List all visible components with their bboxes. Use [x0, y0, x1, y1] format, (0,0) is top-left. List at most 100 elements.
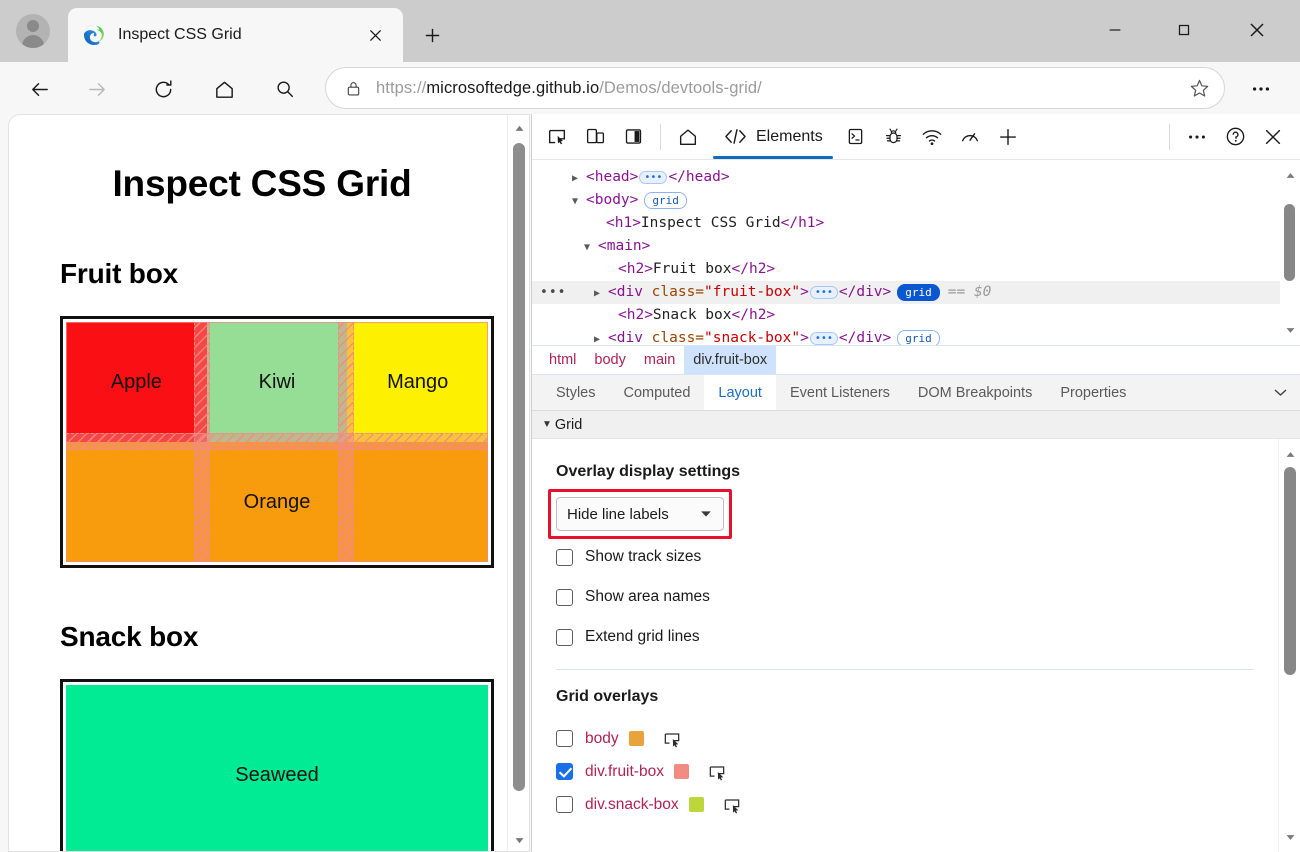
checkbox-row-show-area-names[interactable]: Show area names — [556, 577, 1278, 617]
grid-overlay-row-body[interactable]: body — [556, 722, 1278, 755]
layout-panel-scrollbar[interactable] — [1278, 439, 1300, 852]
checkbox[interactable] — [556, 730, 573, 747]
dom-tree-row[interactable]: ▶ <head> ••• </head> — [532, 166, 1300, 189]
dom-tree-row[interactable]: ▼ <main> — [532, 235, 1300, 258]
close-window-button[interactable] — [1234, 8, 1280, 52]
expand-twisty-icon[interactable]: ▼ — [584, 236, 598, 259]
checkbox[interactable] — [556, 588, 573, 606]
dom-tree-row[interactable]: <h2>Snack box</h2> — [532, 304, 1300, 327]
checkbox[interactable] — [556, 763, 573, 780]
grid-overlay-row-div-fruit-box[interactable]: div.fruit-box — [556, 755, 1278, 788]
page-scrollbar[interactable] — [507, 115, 529, 851]
inspect-element-icon[interactable] — [538, 118, 576, 156]
dom-tree-scrollbar[interactable] — [1280, 160, 1300, 345]
minimize-button[interactable] — [1092, 8, 1138, 52]
scroll-up-icon[interactable] — [508, 117, 529, 139]
grid-overlay-row-div-snack-box[interactable]: div.snack-box — [556, 788, 1278, 821]
grid-badge[interactable]: grid — [897, 329, 940, 345]
grid-badge[interactable]: grid — [897, 283, 940, 301]
checkbox[interactable] — [556, 548, 573, 566]
tab-styles[interactable]: Styles — [542, 375, 610, 410]
color-swatch[interactable] — [688, 797, 704, 812]
new-tab-button[interactable] — [413, 16, 451, 54]
maximize-button[interactable] — [1161, 8, 1207, 52]
dom-tree[interactable]: ▶ <head> ••• </head> ▼ <body> grid <h1>Inspect … — [532, 160, 1300, 345]
search-button[interactable] — [266, 70, 304, 108]
scrollbar-thumb[interactable] — [1284, 204, 1295, 281]
tab-dom-breakpoints[interactable]: DOM Breakpoints — [904, 375, 1046, 410]
browser-tab[interactable]: Inspect CSS Grid — [68, 8, 403, 62]
scroll-down-icon[interactable] — [1279, 319, 1300, 341]
devtools-close-icon[interactable] — [1254, 118, 1292, 156]
close-tab-icon[interactable] — [361, 21, 389, 49]
select-element-icon[interactable] — [720, 794, 744, 816]
color-swatch[interactable] — [673, 764, 689, 779]
expand-twisty-icon[interactable]: ▶ — [572, 167, 586, 190]
select-element-icon[interactable] — [705, 761, 729, 783]
star-icon[interactable] — [1186, 75, 1212, 101]
scrollbar-thumb[interactable] — [1284, 467, 1296, 675]
grid-section-header[interactable]: ▼ Grid — [532, 411, 1300, 439]
home-button[interactable] — [205, 70, 243, 108]
browser-more-icon[interactable] — [1242, 70, 1280, 108]
line-labels-select[interactable]: Hide line labels — [556, 497, 724, 531]
scrollbar-thumb[interactable] — [513, 143, 525, 791]
dom-attrv: "fruit-box" — [704, 284, 801, 300]
tab-event-listeners[interactable]: Event Listeners — [776, 375, 904, 410]
performance-gauge-icon[interactable] — [951, 118, 989, 156]
panel-tabs[interactable]: Styles Computed Layout Event Listeners DOM B… — [532, 375, 1300, 411]
add-tool-icon[interactable] — [989, 118, 1027, 156]
chevron-down-icon[interactable] — [1260, 375, 1300, 410]
tab-layout[interactable]: Layout — [704, 375, 776, 410]
dom-tree-row[interactable]: ▶ <div class="snack-box"> ••• </div> grid — [532, 327, 1300, 345]
expand-twisty-icon[interactable]: ▶ — [594, 282, 608, 305]
layout-panel-body: Overlay display settings Hide line label… — [532, 439, 1300, 852]
help-icon[interactable] — [1216, 118, 1254, 156]
select-element-icon[interactable] — [660, 728, 684, 750]
expand-children-icon[interactable]: ••• — [809, 285, 838, 299]
device-emulation-icon[interactable] — [576, 118, 614, 156]
dom-tree-row[interactable]: ▼ <body> grid — [532, 189, 1300, 212]
expand-twisty-icon[interactable]: ▶ — [594, 328, 608, 345]
checkbox-row-extend-grid-lines[interactable]: Extend grid lines — [556, 617, 1278, 657]
bug-icon[interactable] — [875, 118, 913, 156]
scroll-up-icon[interactable] — [1279, 164, 1300, 186]
tab-properties[interactable]: Properties — [1046, 375, 1140, 410]
dom-tree-row[interactable]: <h2>Fruit box</h2> — [532, 258, 1300, 281]
forward-button[interactable] — [78, 70, 116, 108]
expand-children-icon[interactable]: ••• — [809, 331, 838, 345]
checkbox[interactable] — [556, 628, 573, 646]
network-wifi-icon[interactable] — [913, 118, 951, 156]
devtools-more-icon[interactable] — [1178, 118, 1216, 156]
grid-badge[interactable]: grid — [644, 191, 687, 209]
breadcrumb-item-main[interactable]: main — [635, 346, 684, 374]
address-bar[interactable]: https://microsoftedge.github.io/Demos/de… — [325, 67, 1225, 109]
breadcrumb-item-div-fruit-box[interactable]: div.fruit-box — [684, 346, 777, 374]
tab-elements[interactable]: Elements — [709, 114, 837, 159]
devtools-home-icon[interactable] — [669, 118, 707, 156]
row-more-icon[interactable]: ••• — [540, 281, 566, 304]
dom-tag: <h2> — [618, 261, 653, 277]
expand-twisty-icon[interactable]: ▼ — [572, 190, 586, 213]
breadcrumb-item-html[interactable]: html — [540, 346, 585, 374]
scroll-up-icon[interactable] — [1279, 443, 1300, 465]
reload-button[interactable] — [144, 70, 182, 108]
console-icon[interactable] — [837, 118, 875, 156]
breadcrumb-item-body[interactable]: body — [585, 346, 634, 374]
breadcrumb[interactable]: html body main div.fruit-box — [532, 345, 1300, 375]
expand-children-icon[interactable]: ••• — [639, 170, 668, 184]
tab-computed[interactable]: Computed — [610, 375, 705, 410]
profile-button[interactable] — [8, 8, 58, 54]
dock-side-icon[interactable] — [614, 118, 652, 156]
scroll-down-icon[interactable] — [1279, 826, 1300, 848]
dom-attrn: class= — [651, 330, 705, 345]
dom-tree-row[interactable]: <h1>Inspect CSS Grid</h1> — [532, 212, 1300, 235]
color-swatch[interactable] — [628, 731, 644, 746]
checkbox[interactable] — [556, 796, 573, 813]
tab-elements-label: Elements — [756, 127, 823, 145]
scroll-down-icon[interactable] — [508, 829, 529, 851]
checkbox-row-show-track-sizes[interactable]: Show track sizes — [556, 537, 1278, 577]
triangle-down-icon: ▼ — [542, 419, 552, 430]
back-button[interactable] — [20, 70, 58, 108]
dom-tree-row[interactable]: ••• ▶ <div class="fruit-box"> ••• </div> grid… — [532, 281, 1300, 304]
